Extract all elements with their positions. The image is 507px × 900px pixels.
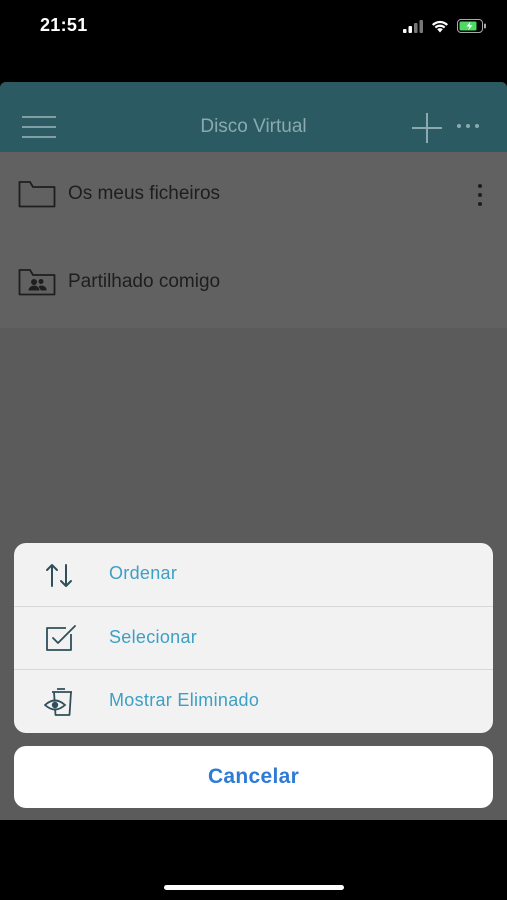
list-item-my-files[interactable]: Os meus ficheiros — [0, 152, 507, 240]
file-list: Os meus ficheiros Partilhado comigo — [0, 152, 507, 328]
action-sort[interactable]: Ordenar — [14, 543, 493, 606]
action-show-deleted[interactable]: Mostrar Eliminado — [14, 669, 493, 733]
wifi-icon — [432, 20, 448, 32]
status-bar: 21:51 — [0, 0, 507, 60]
more-icon[interactable] — [457, 124, 479, 128]
action-label: Mostrar Eliminado — [109, 690, 260, 710]
shared-folder-icon — [18, 269, 56, 296]
plus-icon[interactable] — [412, 113, 442, 143]
show-deleted-icon — [44, 688, 72, 716]
action-select[interactable]: Selecionar — [14, 606, 493, 670]
select-checkbox-icon — [46, 625, 76, 651]
cancel-button[interactable]: Cancelar — [14, 746, 493, 808]
app-header: Disco Virtual — [0, 82, 507, 152]
list-item-label: Os meus ficheiros — [68, 183, 221, 204]
sort-icon — [46, 564, 72, 587]
battery-charging-icon — [457, 19, 486, 33]
list-item-shared[interactable]: Partilhado comigo — [0, 240, 507, 328]
folder-icon — [18, 181, 56, 208]
status-time: 21:51 — [40, 15, 88, 35]
action-sheet: Ordenar Selecionar Mostrar Eliminado — [14, 543, 493, 733]
home-indicator[interactable] — [164, 885, 344, 890]
status-icons — [403, 17, 487, 35]
action-label: Ordenar — [109, 563, 178, 583]
signal-icon — [403, 19, 423, 33]
row-more-icon[interactable] — [478, 184, 482, 206]
action-label: Selecionar — [109, 627, 198, 647]
list-item-label: Partilhado comigo — [68, 271, 221, 292]
